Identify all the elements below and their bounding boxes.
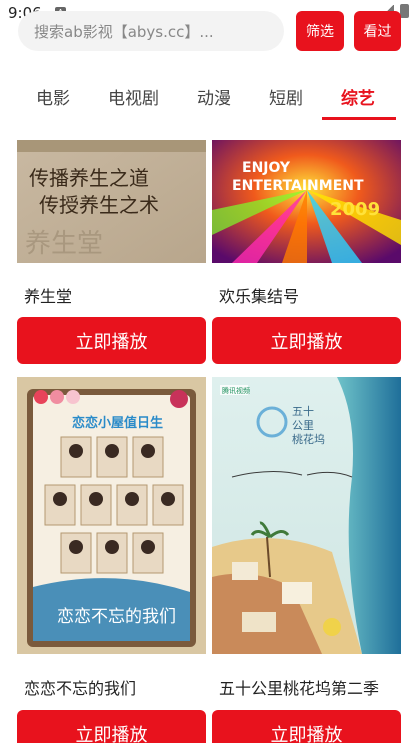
play-button[interactable]: 立即播放: [212, 317, 401, 364]
poster-text-entertainment: ENTERTAINMENT: [232, 178, 364, 194]
heart-icon: [50, 390, 64, 404]
play-button[interactable]: 立即播放: [212, 710, 401, 743]
poster-text-line1: 传播养生之道: [29, 166, 149, 190]
search-placeholder: 搜索ab影视【abys.cc】...: [34, 22, 214, 41]
card-title[interactable]: 养生堂: [24, 283, 72, 307]
poster-huanle-jijiehao[interactable]: ENJOY ENTERTAINMENT 2009: [212, 140, 401, 263]
poster-text-enjoy: ENJOY: [242, 160, 291, 176]
poster-yangshengtang[interactable]: 传播养生之道 传授养生之术 养生堂: [17, 140, 206, 263]
tab-movies[interactable]: 电影: [36, 84, 70, 109]
tab-short-drama[interactable]: 短剧: [269, 84, 303, 109]
category-tabs: 电影 电视剧 动漫 短剧 综艺: [0, 78, 417, 122]
poster-logo-line2: 公里: [292, 419, 314, 432]
app-screen: 9:06 A 搜索ab影视【abys.cc】... 筛选 看过 电影 电视剧 动…: [0, 0, 417, 743]
poster-lianlian-buwang[interactable]: 恋恋小屋值日生 恋恋不忘的我们: [17, 377, 206, 654]
card-title[interactable]: 五十公里桃花坞第二季: [219, 675, 379, 699]
poster-image: ENJOY ENTERTAINMENT 2009: [212, 140, 401, 263]
poster-text-year: 2009: [330, 199, 380, 220]
broken-heart-icon: [170, 390, 188, 408]
poster-image: 腾讯视频 五十 公里 桃花坞: [212, 377, 401, 654]
card-title[interactable]: 欢乐集结号: [219, 283, 299, 307]
play-button[interactable]: 立即播放: [17, 317, 206, 364]
tab-anime[interactable]: 动漫: [197, 84, 231, 109]
card-title[interactable]: 恋恋不忘的我们: [24, 675, 136, 699]
active-tab-indicator: [322, 117, 396, 120]
poster-text-top: 恋恋小屋值日生: [72, 415, 163, 431]
poster-logo-line3: 桃花坞: [292, 432, 325, 446]
history-button[interactable]: 看过: [354, 11, 401, 51]
poster-image: 传播养生之道 传授养生之术 养生堂: [17, 140, 206, 263]
poster-text-line2: 传授养生之术: [39, 193, 159, 217]
poster-watermark: 养生堂: [25, 229, 103, 259]
heart-icon: [34, 390, 48, 404]
poster-wushi-gongli[interactable]: 腾讯视频 五十 公里 桃花坞: [212, 377, 401, 654]
poster-logo-line1: 五十: [292, 404, 314, 418]
battery-icon: [400, 4, 409, 18]
poster-text-bottom: 恋恋不忘的我们: [57, 606, 176, 627]
filter-button[interactable]: 筛选: [296, 11, 344, 51]
tab-variety[interactable]: 综艺: [341, 84, 375, 109]
play-button[interactable]: 立即播放: [17, 710, 206, 743]
search-input[interactable]: 搜索ab影视【abys.cc】...: [18, 11, 284, 51]
poster-image: 恋恋小屋值日生 恋恋不忘的我们: [17, 377, 206, 654]
heart-icon: [66, 390, 80, 404]
poster-brand: 腾讯视频: [222, 386, 250, 395]
tab-tv-series[interactable]: 电视剧: [108, 84, 159, 109]
